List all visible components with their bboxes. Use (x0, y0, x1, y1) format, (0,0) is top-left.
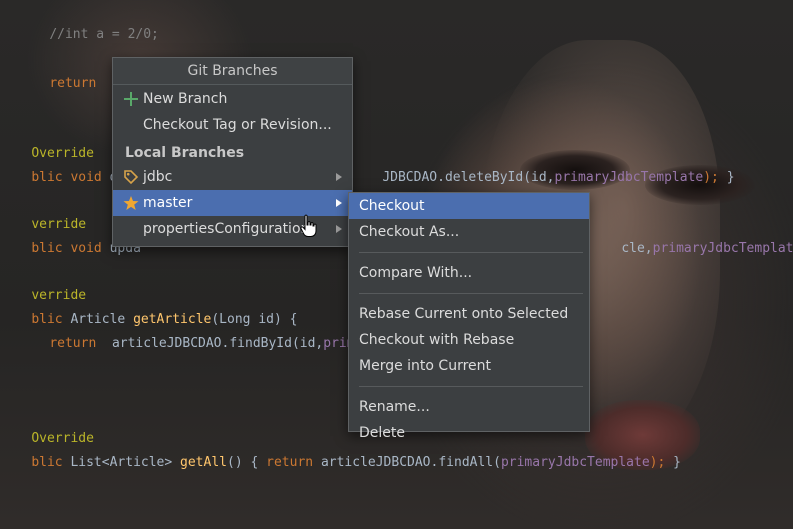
menu-separator (359, 386, 583, 387)
submenu-arrow-icon (336, 199, 342, 207)
checkout-with-rebase-item[interactable]: Checkout with Rebase (349, 327, 589, 353)
tag-icon (124, 170, 139, 185)
branch-item-jdbc[interactable]: jdbc (113, 164, 352, 190)
submenu-arrow-icon (336, 225, 342, 233)
branch-item-master[interactable]: master (113, 190, 352, 216)
checkout-item[interactable]: Checkout (349, 193, 589, 219)
menu-separator (359, 293, 583, 294)
compare-with-item[interactable]: Compare With... (349, 260, 589, 286)
new-branch-item[interactable]: New Branch (113, 86, 352, 112)
merge-into-current-item[interactable]: Merge into Current (349, 353, 589, 379)
rebase-onto-selected-item[interactable]: Rebase Current onto Selected (349, 301, 589, 327)
local-branches-header: Local Branches (125, 145, 245, 161)
checkout-tag-item[interactable]: Checkout Tag or Revision... (113, 112, 352, 138)
branch-actions-submenu: Checkout Checkout As... Compare With... … (348, 192, 590, 441)
checkout-as-label: Checkout As... (359, 224, 460, 240)
checkout-with-rebase-label: Checkout with Rebase (359, 332, 515, 348)
code-line: cle,primaryJdbcTemplate); (621, 241, 793, 256)
popup-title: Git Branches (113, 58, 352, 85)
branch-label: propertiesConfiguration (143, 221, 310, 237)
hand-cursor-icon (300, 214, 317, 237)
checkout-label: Checkout (359, 198, 425, 214)
plus-icon (124, 92, 138, 106)
rename-label: Rename... (359, 399, 430, 415)
checkout-as-item[interactable]: Checkout As... (349, 219, 589, 245)
submenu-arrow-icon (336, 173, 342, 181)
code-line: return articleJDBCDAO.findById(id,primar (49, 336, 371, 351)
merge-into-current-label: Merge into Current (359, 358, 492, 374)
branch-label: jdbc (143, 169, 173, 185)
compare-with-label: Compare With... (359, 265, 473, 281)
rebase-onto-selected-label: Rebase Current onto Selected (359, 306, 569, 322)
delete-item[interactable]: Delete (349, 420, 589, 446)
code-line: //int a = 2/0; (49, 27, 159, 42)
star-icon (123, 196, 139, 210)
new-branch-label: New Branch (143, 91, 228, 107)
branch-label: master (143, 195, 193, 211)
delete-label: Delete (359, 425, 405, 441)
menu-separator (359, 252, 583, 253)
rename-item[interactable]: Rename... (349, 394, 589, 420)
checkout-tag-label: Checkout Tag or Revision... (143, 117, 332, 133)
